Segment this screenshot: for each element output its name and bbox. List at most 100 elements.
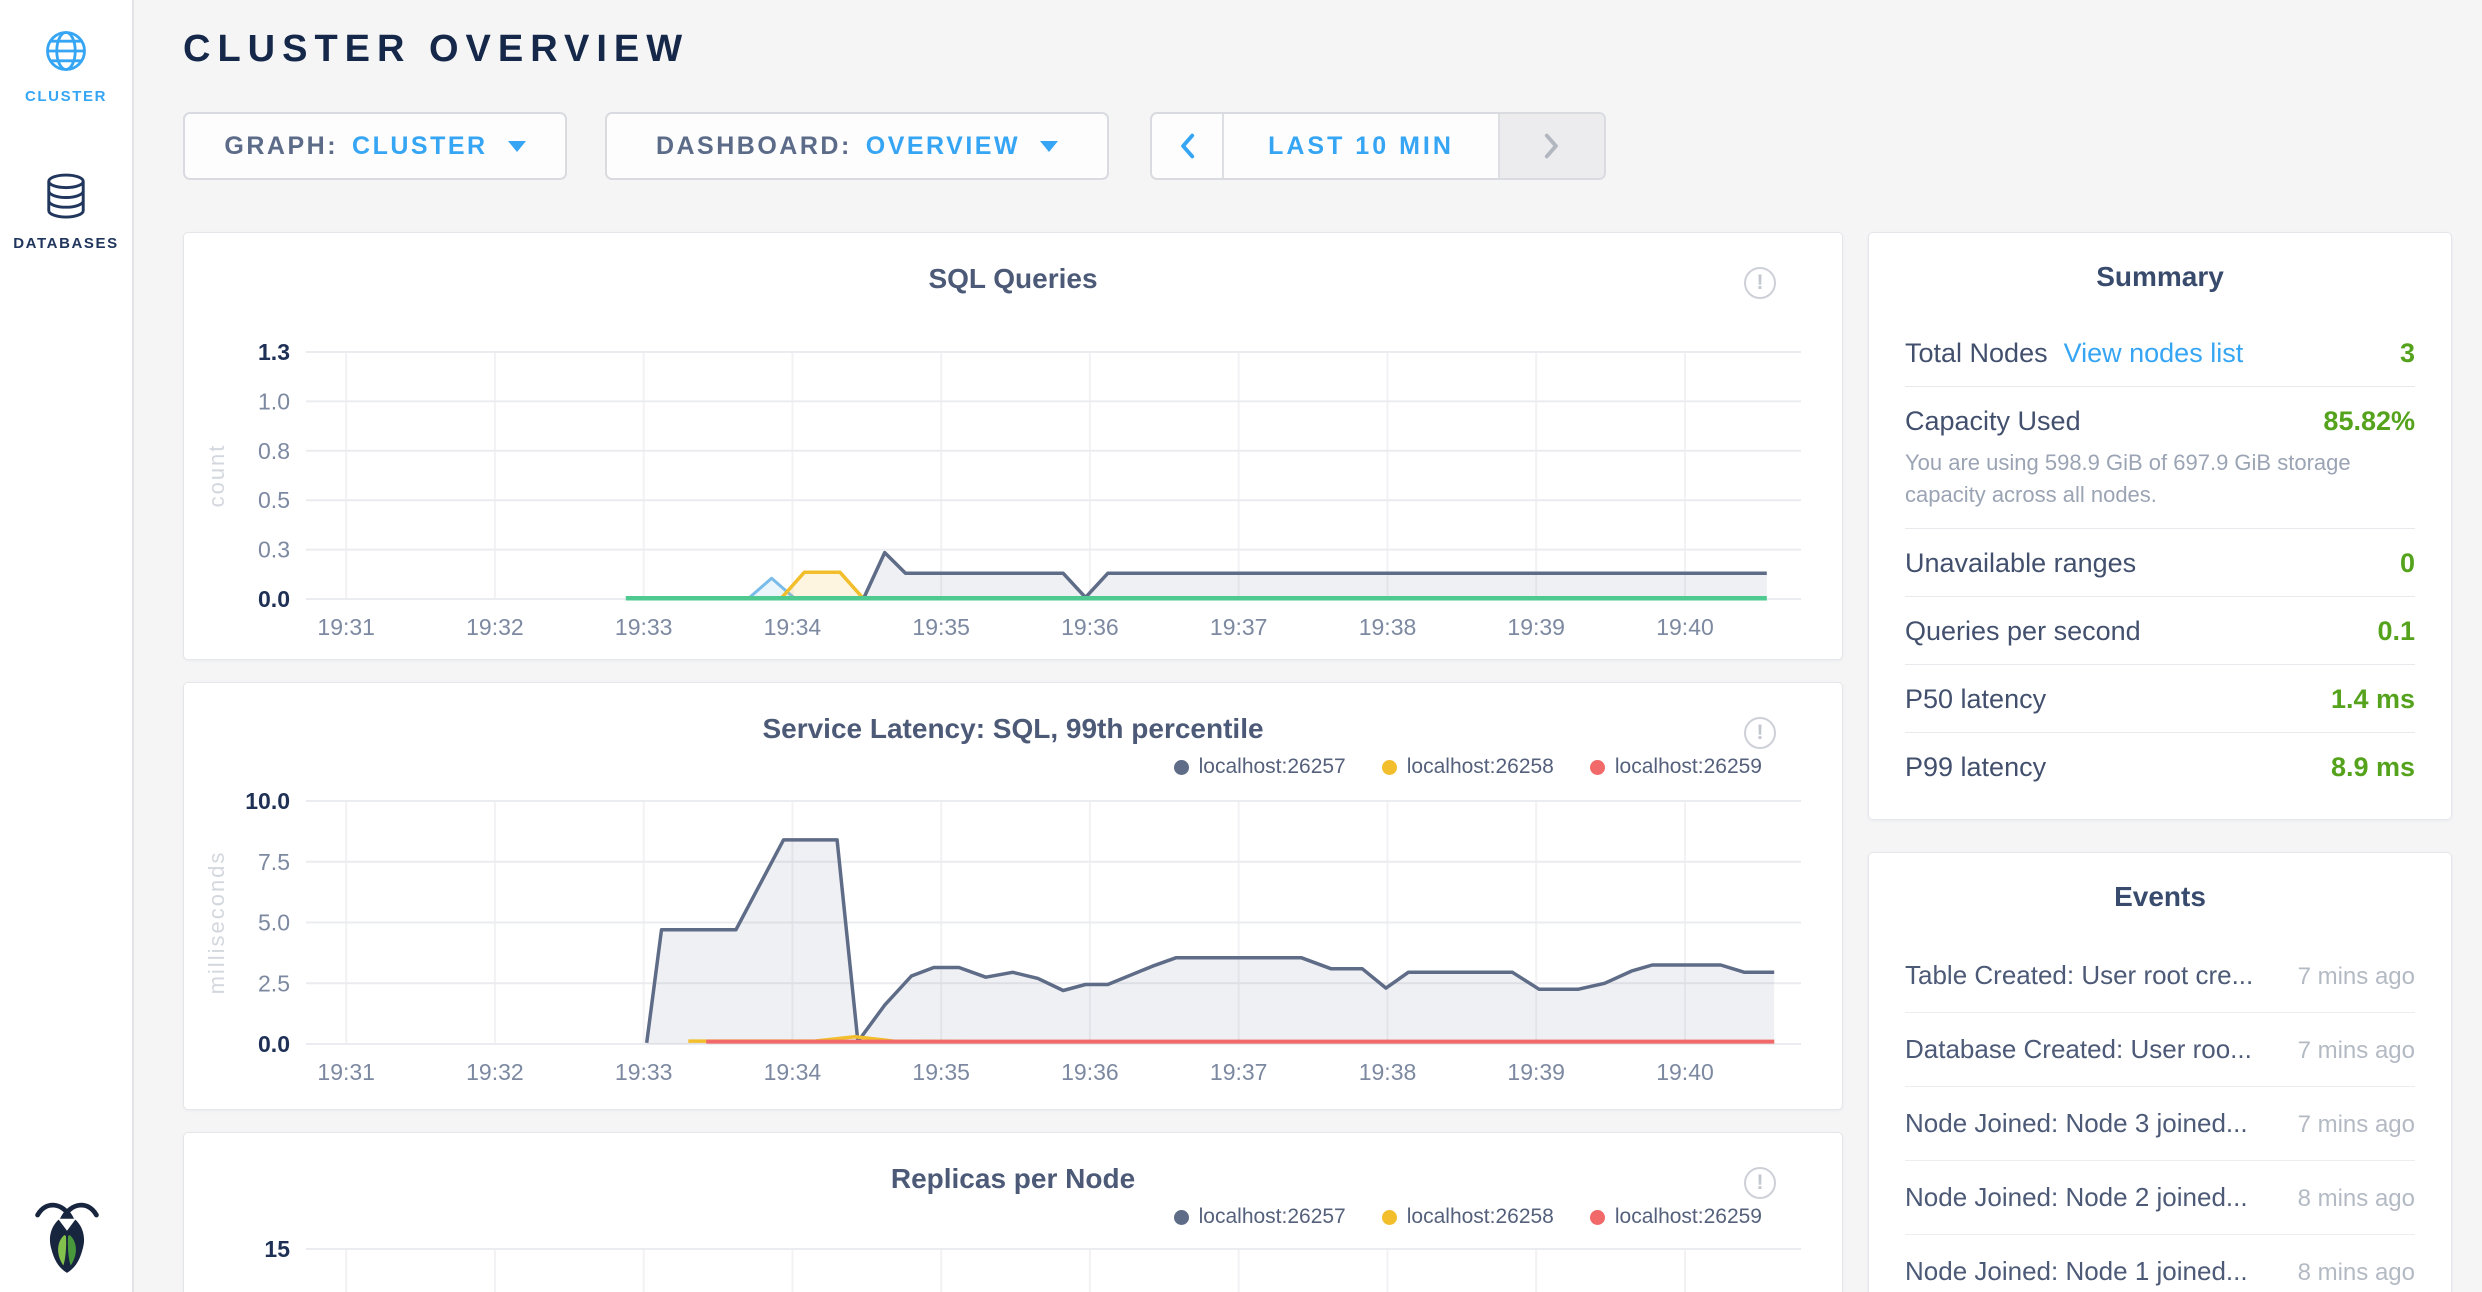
sql-queries-chart-card: SQL Queries ! 1.31.00.80.50.30.019:3119:…	[183, 232, 1843, 660]
globe-icon	[41, 26, 91, 76]
svg-text:19:40: 19:40	[1656, 614, 1714, 640]
svg-text:19:37: 19:37	[1210, 1059, 1268, 1085]
time-next-button[interactable]	[1498, 114, 1604, 178]
summary-row-value: 0	[2400, 548, 2415, 579]
svg-text:19:33: 19:33	[615, 614, 673, 640]
summary-panel: Summary Total Nodes View nodes list 3 Capac…	[1868, 232, 2452, 820]
svg-text:7.5: 7.5	[258, 849, 290, 875]
events-panel: Events Table Created: User root cre... 7 …	[1868, 852, 2452, 1292]
svg-text:19:35: 19:35	[912, 1059, 970, 1085]
graph-dropdown[interactable]: GRAPH: CLUSTER	[183, 112, 567, 180]
page-title: CLUSTER OVERVIEW	[183, 28, 689, 71]
summary-row-subtext: You are using 598.9 GiB of 697.9 GiB sto…	[1905, 447, 2415, 511]
svg-text:19:31: 19:31	[317, 1059, 375, 1085]
svg-text:19:36: 19:36	[1061, 1059, 1119, 1085]
cockroach-logo	[0, 1194, 134, 1276]
sidebar-item-label: CLUSTER	[25, 88, 107, 105]
event-text: Database Created: User roo...	[1905, 1034, 2252, 1065]
replicas-per-node-chart-card: Replicas per Node ! localhost:26257local…	[183, 1132, 1843, 1292]
svg-text:0.8: 0.8	[258, 438, 290, 464]
event-row[interactable]: Node Joined: Node 1 joined... 8 mins ago	[1905, 1235, 2415, 1292]
event-time: 8 mins ago	[2282, 1259, 2415, 1287]
graph-dropdown-value: CLUSTER	[352, 132, 488, 161]
svg-text:19:33: 19:33	[615, 1059, 673, 1085]
time-range-button[interactable]: LAST 10 MIN	[1224, 114, 1498, 178]
event-text: Node Joined: Node 1 joined...	[1905, 1256, 2248, 1287]
sidebar-item-label: DATABASES	[13, 235, 119, 252]
chevron-down-icon	[1040, 141, 1058, 152]
svg-text:0.3: 0.3	[258, 537, 290, 563]
service-latency-chart-card: Service Latency: SQL, 99th percentile ! …	[183, 682, 1843, 1110]
summary-row-value: 0.1	[2377, 616, 2415, 647]
svg-text:19:31: 19:31	[317, 614, 375, 640]
event-time: 7 mins ago	[2282, 1037, 2415, 1065]
summary-row-value: 8.9 ms	[2331, 752, 2415, 783]
summary-row-label: Capacity Used	[1905, 406, 2081, 437]
event-time: 7 mins ago	[2282, 963, 2415, 991]
summary-row-label: P99 latency	[1905, 752, 2046, 783]
summary-row-value: 85.82%	[2323, 406, 2415, 437]
event-text: Node Joined: Node 2 joined...	[1905, 1182, 2248, 1213]
chevron-left-icon	[1179, 133, 1195, 159]
svg-text:19:38: 19:38	[1359, 1059, 1417, 1085]
svg-text:19:36: 19:36	[1061, 614, 1119, 640]
svg-text:19:38: 19:38	[1359, 614, 1417, 640]
dashboard-dropdown[interactable]: DASHBOARD: OVERVIEW	[605, 112, 1109, 180]
event-text: Table Created: User root cre...	[1905, 960, 2253, 991]
svg-text:19:34: 19:34	[764, 1059, 822, 1085]
summary-row: Unavailable ranges 0	[1905, 529, 2415, 597]
svg-text:0.0: 0.0	[258, 1031, 290, 1057]
sidebar-item-databases[interactable]: DATABASES	[0, 171, 132, 252]
svg-text:19:37: 19:37	[1210, 614, 1268, 640]
svg-text:1.0: 1.0	[258, 388, 290, 414]
event-text: Node Joined: Node 3 joined...	[1905, 1108, 2248, 1139]
svg-text:19:32: 19:32	[466, 614, 524, 640]
summary-row: P99 latency 8.9 ms	[1905, 733, 2415, 800]
svg-text:count: count	[204, 444, 229, 508]
svg-text:1.3: 1.3	[258, 339, 290, 365]
svg-text:19:39: 19:39	[1507, 614, 1565, 640]
summary-row: Capacity Used 85.82% You are using 598.9 G…	[1905, 387, 2415, 529]
database-icon	[42, 171, 90, 223]
svg-text:2.5: 2.5	[258, 970, 290, 996]
time-range-control: LAST 10 MIN	[1150, 112, 1606, 180]
graph-dropdown-label: GRAPH:	[224, 132, 338, 161]
chevron-down-icon	[508, 141, 526, 152]
summary-row-label: Total Nodes	[1905, 338, 2048, 369]
summary-row: Total Nodes View nodes list 3	[1905, 319, 2415, 387]
event-row[interactable]: Database Created: User roo... 7 mins ago	[1905, 1013, 2415, 1087]
view-nodes-list-link[interactable]: View nodes list	[2064, 338, 2244, 369]
summary-title: Summary	[1869, 261, 2451, 293]
svg-text:0.0: 0.0	[258, 586, 290, 612]
event-time: 7 mins ago	[2282, 1111, 2415, 1139]
summary-row: P50 latency 1.4 ms	[1905, 665, 2415, 733]
svg-text:19:39: 19:39	[1507, 1059, 1565, 1085]
summary-row-label: P50 latency	[1905, 684, 2046, 715]
summary-row: Queries per second 0.1	[1905, 597, 2415, 665]
time-prev-button[interactable]	[1152, 114, 1224, 178]
svg-text:10.0: 10.0	[245, 788, 290, 814]
summary-row-label: Unavailable ranges	[1905, 548, 2136, 579]
summary-row-label: Queries per second	[1905, 616, 2141, 647]
svg-text:19:32: 19:32	[466, 1059, 524, 1085]
svg-text:15: 15	[264, 1236, 290, 1262]
svg-text:milliseconds: milliseconds	[204, 851, 229, 995]
dashboard-dropdown-label: DASHBOARD:	[656, 132, 852, 161]
svg-text:19:35: 19:35	[912, 614, 970, 640]
events-title: Events	[1869, 881, 2451, 913]
event-time: 8 mins ago	[2282, 1185, 2415, 1213]
dashboard-dropdown-value: OVERVIEW	[866, 132, 1020, 161]
time-range-value: LAST 10 MIN	[1268, 132, 1454, 160]
sidebar-item-cluster[interactable]: CLUSTER	[0, 26, 132, 105]
sidebar: CLUSTER DATABASES	[0, 0, 134, 1292]
summary-row-value: 3	[2400, 338, 2415, 369]
svg-text:5.0: 5.0	[258, 910, 290, 936]
chevron-right-icon	[1544, 133, 1560, 159]
svg-text:19:34: 19:34	[764, 614, 822, 640]
svg-text:19:40: 19:40	[1656, 1059, 1714, 1085]
event-row[interactable]: Table Created: User root cre... 7 mins ag…	[1905, 939, 2415, 1013]
summary-row-value: 1.4 ms	[2331, 684, 2415, 715]
svg-text:0.5: 0.5	[258, 487, 290, 513]
event-row[interactable]: Node Joined: Node 3 joined... 7 mins ago	[1905, 1087, 2415, 1161]
event-row[interactable]: Node Joined: Node 2 joined... 8 mins ago	[1905, 1161, 2415, 1235]
